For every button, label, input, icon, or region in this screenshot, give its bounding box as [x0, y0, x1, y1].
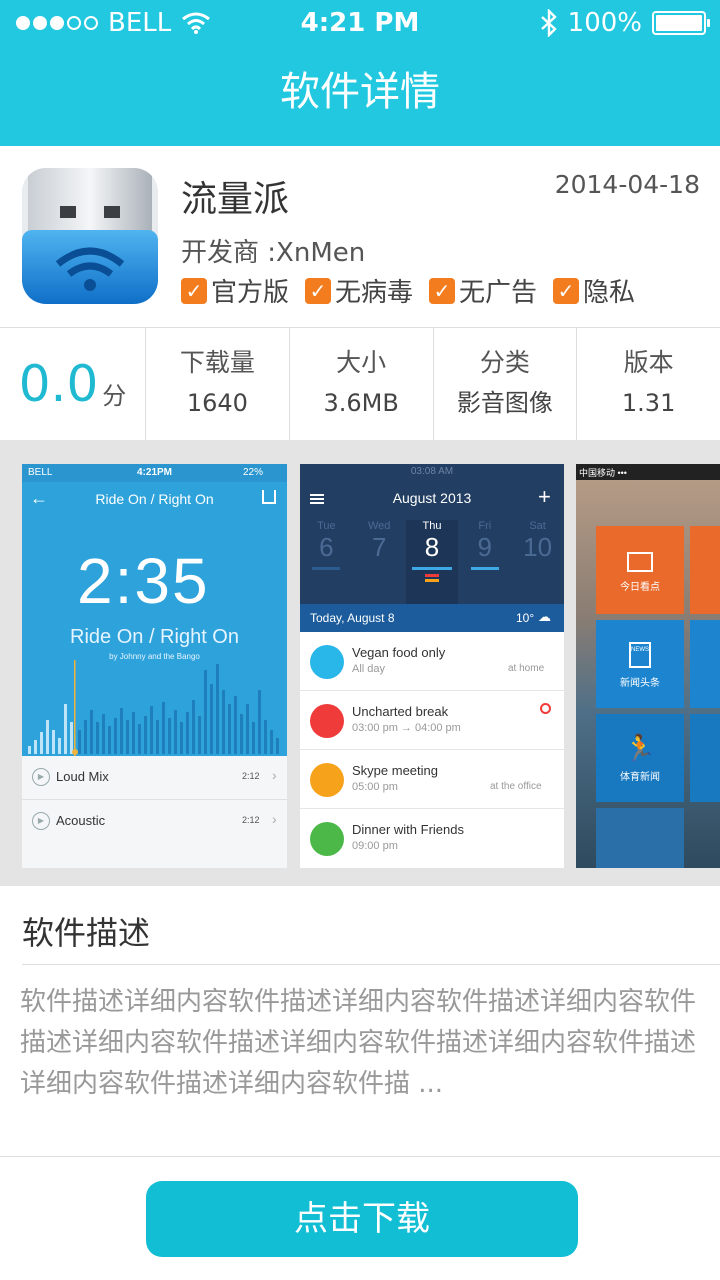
bluetooth-icon — [540, 9, 557, 37]
chevron-right-icon: › — [272, 811, 277, 827]
chevron-right-icon: › — [272, 767, 277, 783]
footer: 点击下载 — [0, 1156, 720, 1280]
developer-label: 开发商 :XnMen — [181, 238, 366, 268]
header: BELL 4:21 PM 100% 软件详情 — [0, 0, 720, 146]
food-icon — [310, 645, 344, 679]
calendar-icon — [310, 763, 344, 797]
play-icon[interactable]: ▶ — [32, 768, 50, 786]
check-icon: ✓ — [429, 277, 456, 304]
calendar-star-icon — [627, 552, 653, 572]
back-arrow-icon: ← — [30, 488, 48, 508]
event-item[interactable]: Dinner with Friends 09:00 pm — [300, 809, 564, 868]
badge-list: ✓ 官方版 ✓ 无病毒 ✓ 无广告 ✓ 隐私 — [181, 272, 635, 309]
description-text: 软件描述详细内容软件描述详细内容软件描述详细内容软件描述详细内容软件描述详细内容… — [20, 987, 697, 1099]
app-icon — [22, 168, 158, 304]
track-row[interactable]: ▶ Acoustic 2:12 › — [22, 800, 287, 844]
event-item[interactable]: Skype meeting 05:00 pm at the office — [300, 750, 564, 809]
download-button[interactable]: 点击下载 — [146, 1181, 578, 1257]
score-unit: 分 — [102, 381, 127, 410]
screenshot-news[interactable]: 中国移动 ••• 今日看点 NEWS 新闻头条 🏃 体育新闻 — [576, 464, 720, 868]
gamepad-icon — [310, 704, 344, 738]
status-bar: BELL 4:21 PM 100% — [0, 0, 720, 48]
add-icon: + — [538, 484, 551, 509]
screenshot-calendar[interactable]: 03:08 AM August 2013 + Tue 6 Wed 7 Thu 8 Fr… — [300, 464, 564, 868]
tile-sports[interactable]: 🏃 体育新闻 — [596, 714, 684, 802]
screenshot-gallery[interactable]: BELL 4:21PM 22% Ride On / Right On ← 2:3… — [0, 440, 720, 886]
badge-privacy: ✓ 隐私 — [553, 272, 635, 309]
stat-downloads: 下载量 1640 — [146, 328, 290, 440]
battery-percent: 100% — [567, 8, 642, 38]
share-network-icon — [596, 808, 684, 868]
event-list: Vegan food only All day at home Uncharte… — [300, 632, 564, 868]
app-date: 2014-04-18 — [554, 170, 700, 199]
tile-headlines[interactable]: NEWS 新闻头条 — [596, 620, 684, 708]
description-title: 软件描述 — [22, 914, 151, 952]
stat-version: 版本 1.31 — [621, 348, 676, 417]
rating-score: 0.0 分 — [0, 328, 146, 440]
battery-icon — [652, 11, 710, 35]
play-icon[interactable]: ▶ — [32, 812, 50, 830]
badge-no-ads: ✓ 无广告 — [429, 272, 537, 309]
runner-icon: 🏃 — [623, 733, 657, 763]
track-row[interactable]: ▶ Loud Mix 2:12 › — [22, 756, 287, 800]
event-item[interactable]: Vegan food only All day at home — [300, 632, 564, 691]
calendar-days: Tue 6 Wed 7 Thu 8 Fri 9 Sat 10 — [300, 520, 564, 604]
page-title: 软件详情 — [280, 69, 440, 115]
score-value: 0.0 — [18, 355, 99, 413]
divider — [22, 964, 720, 965]
check-icon: ✓ — [553, 277, 580, 304]
check-icon: ✓ — [181, 277, 207, 304]
tile-today[interactable]: 今日看点 — [596, 526, 684, 614]
screenshot-music-player[interactable]: BELL 4:21PM 22% Ride On / Right On ← 2:3… — [22, 464, 287, 868]
stat-size: 大小 3.6MB — [290, 328, 434, 440]
app-info: 流量派 2014-04-18 开发商 :XnMen ✓ 官方版 ✓ 无病毒 ✓ 无广告… — [0, 146, 720, 328]
event-item[interactable]: Uncharted break 03:00 pm → 04:00 pm — [300, 691, 564, 750]
stats-bar: 0.0 分 下载量 1640 大小 3.6MB 分类 影音图像 版本 1.31 — [0, 328, 720, 440]
badge-official: ✓ 官方版 — [181, 272, 289, 309]
app-name: 流量派 — [181, 179, 290, 220]
chicken-icon — [310, 822, 344, 856]
check-icon: ✓ — [305, 277, 332, 304]
badge-no-virus: ✓ 无病毒 — [305, 272, 413, 309]
news-icon: NEWS — [629, 642, 651, 668]
cloud-icon: ☁ — [538, 609, 551, 624]
alarm-icon — [540, 703, 551, 714]
stat-category: 分类 影音图像 — [434, 328, 578, 440]
waveform-icon — [28, 660, 279, 756]
share-icon — [262, 490, 276, 504]
